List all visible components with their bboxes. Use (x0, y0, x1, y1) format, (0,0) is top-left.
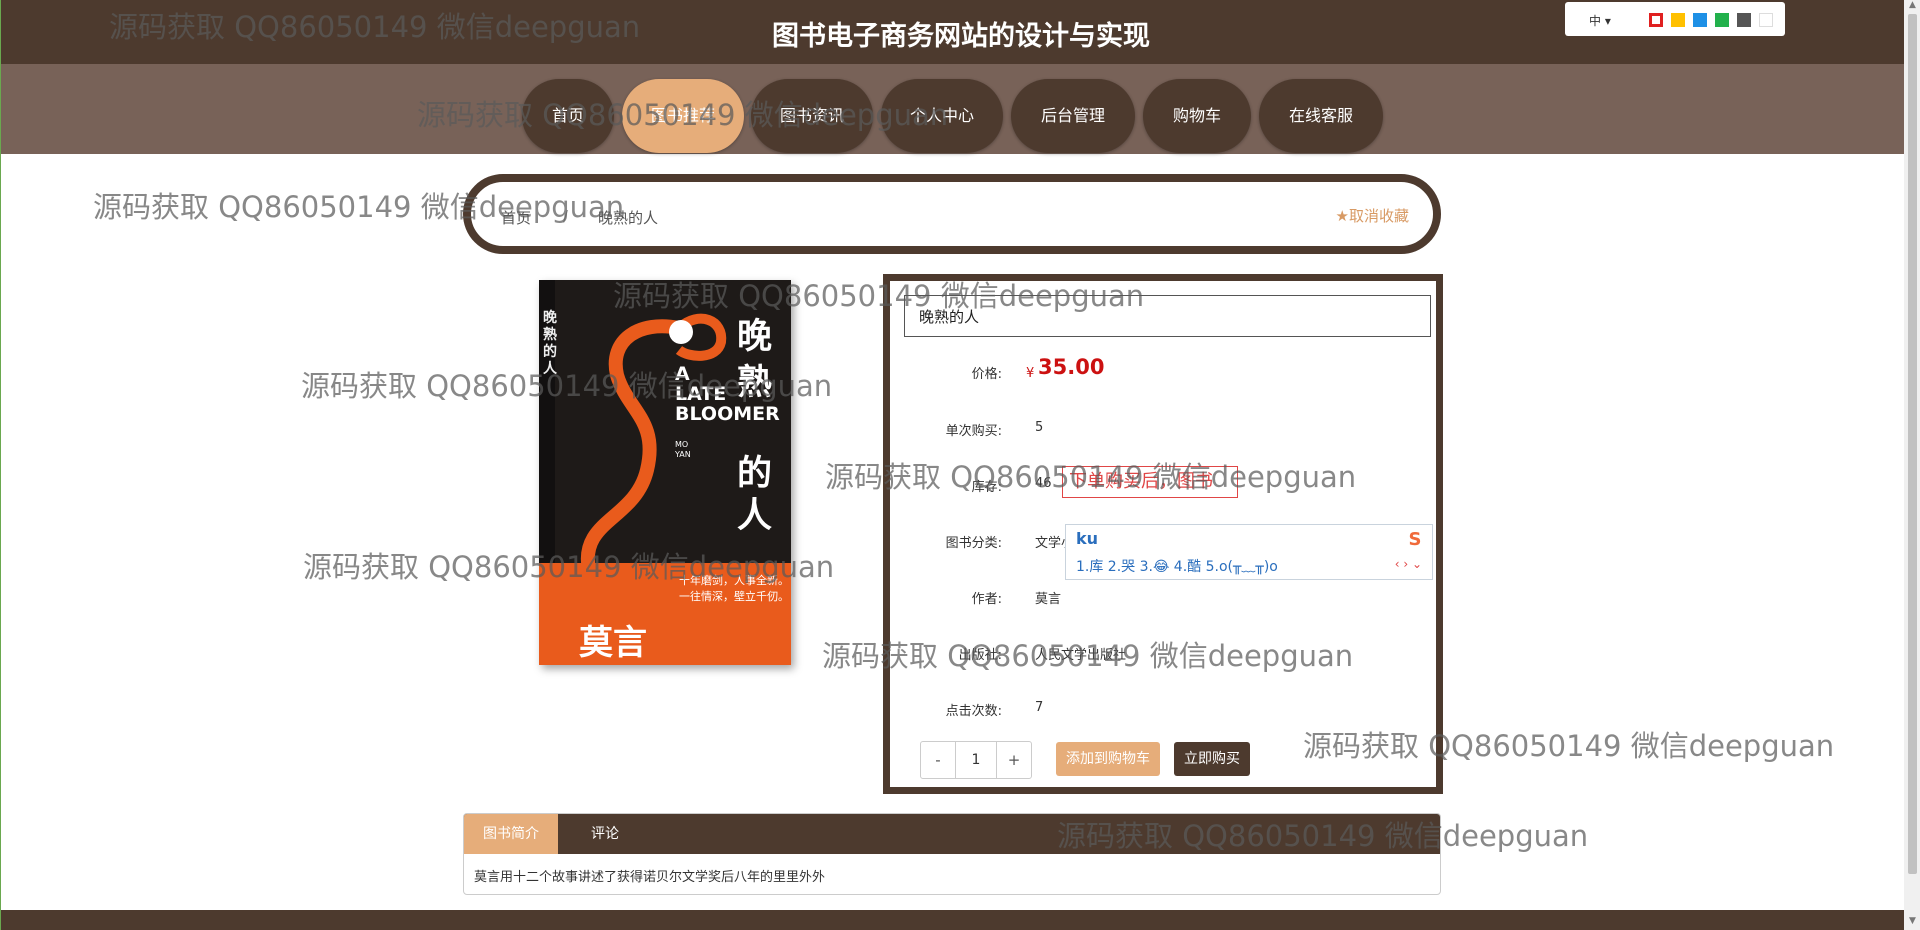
main-nav: 首页 图书推荐 图书资讯 个人中心 后台管理 购物车 在线客服 (1, 64, 1920, 154)
ime-page-arrows[interactable]: ‹ › ⌄ (1395, 557, 1422, 571)
tab-book-intro[interactable]: 图书简介 (464, 814, 558, 854)
breadcrumb-current: 晚熟的人 (598, 209, 659, 227)
theme-swatch-gray[interactable] (1737, 13, 1751, 27)
price-currency: ¥ (1026, 366, 1035, 381)
ime-candidate-window: ku 1.库 2.哭 3.😂 4.酷 5.o(╥﹏╥)o ‹ › ⌄ S (1065, 524, 1433, 580)
theme-swatch-red[interactable] (1649, 13, 1663, 27)
stock-label: 库存: (971, 480, 1002, 495)
nav-cart[interactable]: 购物车 (1143, 79, 1251, 153)
price-value: 35.00 (1038, 355, 1105, 379)
price-label: 价格: (971, 367, 1002, 382)
breadcrumb-home[interactable]: 首页 (501, 207, 531, 228)
ime-candidates[interactable]: 1.库 2.哭 3.😂 4.酷 5.o(╥﹏╥)o (1076, 556, 1278, 576)
nav-user-center[interactable]: 个人中心 (881, 79, 1003, 153)
publisher-label: 出版社: (958, 648, 1002, 663)
buy-now-button[interactable]: 立即购买 (1174, 742, 1250, 776)
nav-book-news[interactable]: 图书资讯 (751, 79, 873, 153)
publisher-value: 人民文学出版社 (1035, 648, 1127, 663)
nav-book-recommend[interactable]: 图书推荐 (622, 79, 744, 153)
book-intro-text: 莫言用十二个故事讲述了获得诺贝尔文学奖后八年的里里外外 (474, 870, 826, 885)
cover-tagline: 十年磨剑，人事全新。 一往情深，壁立千仞。 (679, 574, 789, 603)
add-to-cart-button[interactable]: 添加到购物车 (1056, 742, 1160, 776)
nav-admin[interactable]: 后台管理 (1011, 79, 1135, 153)
cover-title-char-1: 晚 (737, 317, 773, 357)
book-detail-tabs: 图书简介 评论 莫言用十二个故事讲述了获得诺贝尔文学奖后八年的里里外外 (463, 813, 1441, 895)
language-select[interactable]: 中 ▾ (1589, 12, 1611, 29)
page-scrollbar[interactable]: ▲ ▼ (1904, 0, 1920, 930)
cover-band: 十年磨剑，人事全新。 一往情深，壁立千仞。 莫言 (539, 563, 791, 665)
theme-swatch-green[interactable] (1715, 13, 1729, 27)
tab-comments[interactable]: 评论 (558, 814, 652, 854)
language-theme-switcher: 中 ▾ (1565, 2, 1785, 36)
unfavorite-button[interactable]: ★取消收藏 (1336, 205, 1409, 226)
click-count-value: 7 (1035, 700, 1044, 715)
footer-bar (1, 910, 1920, 930)
ime-composition: ku (1076, 529, 1099, 548)
quantity-plus-button[interactable]: + (997, 742, 1031, 778)
breadcrumb: 首页 / 晚熟的人 ★取消收藏 (463, 174, 1441, 254)
nav-online-service[interactable]: 在线客服 (1259, 79, 1383, 153)
breadcrumb-separator: / (563, 207, 569, 225)
scrollbar-thumb[interactable] (1908, 14, 1917, 874)
book-title: 晚熟的人 (904, 295, 1431, 337)
ime-tooltip: 下单购买后，图书 (1062, 466, 1238, 498)
scroll-down-arrow-icon[interactable]: ▼ (1904, 916, 1920, 928)
author-label: 作者: (971, 592, 1002, 607)
quantity-stepper: - 1 + (920, 741, 1032, 779)
theme-swatch-white[interactable] (1759, 13, 1773, 27)
cover-author-en: MO YAN (675, 440, 691, 459)
cover-title-char-4: 人 (737, 496, 773, 536)
quantity-minus-button[interactable]: - (921, 742, 955, 778)
tab-bar: 图书简介 评论 (464, 814, 1440, 854)
sogou-logo-icon: S (1408, 529, 1422, 550)
cover-english-title: A LATE BLOOMER (675, 363, 780, 425)
stock-value: 46 (1035, 476, 1052, 491)
quantity-input[interactable]: 1 (955, 742, 997, 778)
cover-author-cn: 莫言 (579, 623, 647, 663)
page: 图书电子商务网站的设计与实现 中 ▾ 首页 图书推荐 图书资讯 个人中心 后台管… (0, 0, 1920, 930)
single-purchase-value: 5 (1035, 420, 1044, 435)
book-cover-image: 晚熟的人 晚 熟 的 人 A LATE BLOOMER MO YAN 十年磨剑，人事全… (539, 280, 791, 665)
category-label: 图书分类: (945, 536, 1002, 551)
theme-swatch-blue[interactable] (1693, 13, 1707, 27)
scroll-up-arrow-icon[interactable]: ▲ (1904, 0, 1920, 12)
author-value: 莫言 (1035, 592, 1062, 607)
nav-home[interactable]: 首页 (522, 79, 614, 153)
cover-spine-title: 晚熟的人 (543, 310, 557, 377)
click-count-label: 点击次数: (945, 704, 1002, 719)
theme-swatch-yellow[interactable] (1671, 13, 1685, 27)
star-icon: ★ (1335, 207, 1349, 225)
single-purchase-label: 单次购买: (945, 424, 1002, 439)
